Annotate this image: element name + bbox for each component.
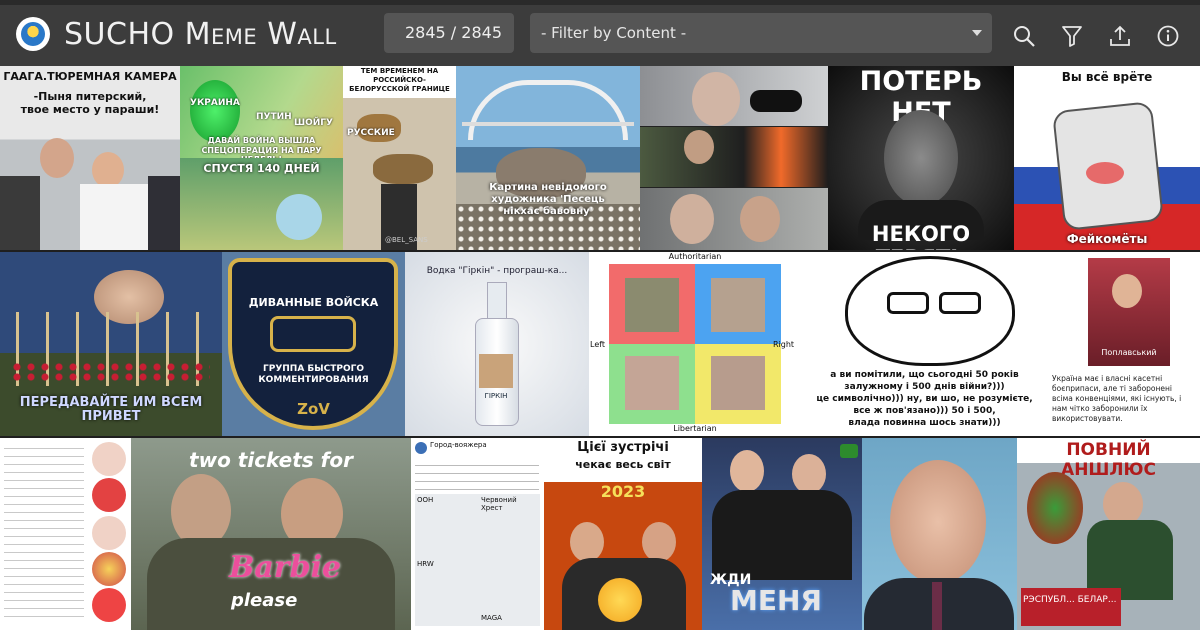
meme-tile[interactable]: Вы всё врёте Фейкомёты — [1014, 66, 1200, 250]
meme-caption: влада повинна шось знати))) — [848, 418, 1001, 428]
meme-caption: Водка "Гіркін" - програш-ка... — [426, 266, 568, 276]
laughing-emoji-icon — [598, 578, 642, 622]
meme-tile[interactable]: two tickets for Barbie please — [131, 438, 411, 630]
chevron-down-icon — [972, 30, 982, 36]
meme-caption: Фейкомёты — [1066, 232, 1148, 246]
meme-caption: НЕКОГО ТЕРЯТЬ — [871, 222, 971, 250]
meme-caption: ГААГА.ТЮРЕМНАЯ КАМЕРА — [3, 70, 177, 83]
upload-icon[interactable] — [1108, 24, 1132, 48]
meme-tile[interactable] — [0, 438, 131, 630]
meme-caption: це символічно))) ну, ви шо, не розумієте… — [816, 394, 1033, 404]
meme-caption: ДАВАЙ ВОЙНА ВЫШЛА — [207, 136, 316, 145]
meme-caption: боєприпаси, але ті заборонені — [1052, 384, 1173, 393]
meme-tile[interactable]: Цієї зустрічі чекає весь світ 2023 — [544, 438, 702, 630]
meme-tile[interactable]: ТЕМ ВРЕМЕНЕМ НА РОССИЙСКО-БЕЛОРУССКОЙ ГР… — [343, 66, 456, 250]
meme-caption: твое место у параши! — [20, 103, 160, 116]
filter-selected-value: - Filter by Content - — [541, 24, 687, 42]
meme-caption: РУССКИЕ — [347, 128, 395, 138]
meme-caption: ПУТИН — [256, 112, 292, 122]
meme-caption: ТЕМ ВРЕМЕНЕМ НА РОССИЙСКО-БЕЛОРУССКОЙ ГР… — [349, 67, 450, 93]
meme-caption: всіма конвенціями, які існують, і — [1052, 394, 1182, 403]
meme-caption: нам чітко заборонили їх — [1052, 404, 1148, 413]
meme-caption: ШОЙГУ — [294, 118, 333, 128]
meme-caption: чекає весь світ — [575, 458, 671, 471]
meme-tile[interactable]: ПЕРЕДАВАЙТЕ ИМ ВСЕМ ПРИВЕТ — [0, 252, 222, 436]
meme-tile[interactable]: ПОТЕРЬ НЕТ НЕКОГО ТЕРЯТЬ — [828, 66, 1014, 250]
content-filter-select[interactable]: - Filter by Content - — [530, 13, 992, 53]
meme-caption: ГІРКІН — [484, 392, 508, 400]
meme-caption: СПУСТЯ 140 ДНЕЙ — [203, 162, 320, 175]
political-compass-label: Left — [590, 340, 606, 349]
meme-caption: ООН — [417, 496, 434, 504]
meme-tile[interactable] — [640, 66, 828, 250]
political-compass-label: Libertarian — [673, 424, 717, 433]
meme-caption: а ви помітили, що сьогодні 50 років — [830, 370, 1019, 380]
meme-caption: please — [231, 590, 298, 611]
meme-caption: Вы всё врёте — [1061, 70, 1153, 84]
filter-icon[interactable] — [1060, 24, 1084, 48]
meme-caption: ZoV — [297, 400, 330, 418]
meme-tile[interactable]: ДИВАННЫЕ ВОЙСКА ГРУППА БЫСТРОГО КОММЕНТИ… — [222, 252, 405, 436]
meme-caption: залужному і 500 днів війни?))) — [844, 382, 1005, 392]
meme-tile[interactable]: ПОВНИЙ АНШЛЮС РЭСПУБЛ... БЕЛАР... — [1017, 438, 1200, 630]
top-bar: SUCHO Meme Wall 2845 / 2845 - Filter by … — [0, 0, 1200, 66]
info-icon[interactable] — [1156, 24, 1180, 48]
meme-caption: ГРУППА БЫСТРОГО КОММЕНТИРОВАНИЯ — [258, 364, 369, 385]
meme-tile[interactable] — [862, 438, 1017, 630]
meme-tile[interactable]: УКРАИНА ПУТИН ШОЙГУ ДАВАЙ ВОЙНА ВЫШЛА СП… — [180, 66, 343, 250]
meme-caption: ДИВАННЫЕ ВОЙСКА — [248, 296, 379, 309]
logo-icon[interactable] — [16, 17, 50, 51]
political-compass-label: Authoritarian — [668, 252, 722, 261]
meme-caption: Цієї зустрічі — [577, 440, 669, 455]
meme-caption: Barbie — [229, 550, 342, 585]
meme-tile[interactable]: а ви помітили, що сьогодні 50 років залу… — [801, 252, 1048, 436]
meme-caption: ПЕРЕДАВАЙТЕ ИМ ВСЕМ ПРИВЕТ — [19, 395, 203, 424]
meme-caption: Поплавський — [1101, 348, 1157, 357]
meme-caption: все ж пов'язано))) 50 і 500, — [853, 406, 996, 416]
meme-wall: ГААГА.ТЮРЕМНАЯ КАМЕРА -Пыня питерский, т… — [0, 66, 1200, 630]
meme-caption: РЭСПУБЛ... БЕЛАР... — [1023, 595, 1117, 605]
meme-username: Город-вояжера — [430, 441, 487, 449]
meme-caption: використовувати. — [1052, 414, 1123, 423]
political-compass-label: Right — [773, 340, 795, 349]
meme-caption: HRW — [417, 560, 434, 568]
meme-tile[interactable]: Поплавський Україна має і власні касетні… — [1048, 252, 1200, 436]
meme-caption: MAGA — [481, 614, 502, 622]
meme-tile[interactable]: Картина невідомого художника 'Песець нік… — [456, 66, 640, 250]
meme-counter: 2845 / 2845 — [384, 13, 514, 53]
meme-caption: Україна має і власні касетні — [1052, 374, 1163, 383]
meme-credit: @BEL_SANS — [385, 236, 428, 244]
meme-tile[interactable]: ЖДИ МЕНЯ — [702, 438, 862, 630]
meme-caption: УКРАИНА — [190, 98, 240, 108]
meme-tile[interactable]: Водка "Гіркін" - програш-ка... ГІРКІН — [405, 252, 589, 436]
meme-tile[interactable]: Город-вояжера ООН Червоний Хрест HRW MAG… — [411, 438, 544, 630]
meme-caption: -Пыня питерский, — [33, 90, 147, 103]
meme-caption: 2023 — [600, 482, 646, 501]
meme-caption: two tickets for — [189, 448, 353, 472]
search-icon[interactable] — [1012, 24, 1036, 48]
meme-caption: МЕНЯ — [730, 584, 822, 617]
app-title: SUCHO Meme Wall — [64, 17, 337, 52]
meme-tile[interactable]: ГААГА.ТЮРЕМНАЯ КАМЕРА -Пыня питерский, т… — [0, 66, 180, 250]
meme-caption: Червоний Хрест — [481, 496, 517, 512]
meme-caption: Картина невідомого художника 'Песець нік… — [489, 182, 607, 217]
meme-tile[interactable]: Authoritarian Left Right Libertarian — [589, 252, 801, 436]
